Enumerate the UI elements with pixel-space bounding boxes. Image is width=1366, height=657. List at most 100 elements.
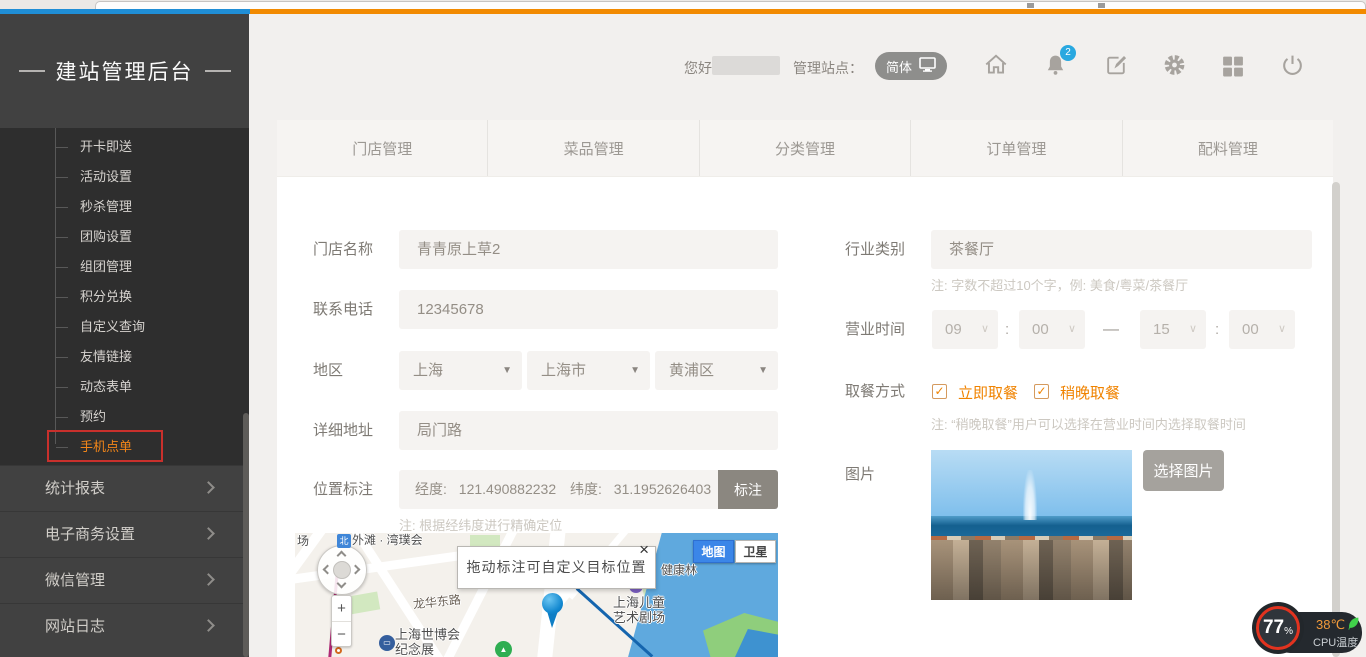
username-redacted [712,56,780,75]
title-dash-right [205,70,231,72]
pickup-now-label[interactable]: 立即取餐 [958,382,1018,403]
map-pin[interactable] [542,593,563,614]
map-tooltip: 拖动标注可自定义目标位置 × [457,546,656,589]
zoom-out-button[interactable]: − [332,621,351,646]
gear-icon[interactable] [1162,52,1188,80]
sidebar-item-card-gift[interactable]: 开卡即送 [0,132,249,162]
sidebar-item-customquery[interactable]: 自定义查询 [0,312,249,342]
cpu-percent-gauge[interactable]: 77 % [1256,606,1300,650]
sidebar-item-groupbuy[interactable]: 团购设置 [0,222,249,252]
store-name-input[interactable] [399,230,778,269]
start-hour-select[interactable]: 09 ∨ [932,310,998,349]
browser-address-bar-sliver [95,1,1366,9]
triangle-down-icon: ▼ [502,351,512,390]
province-value: 上海 [413,351,443,390]
start-hour-value: 09 [945,310,962,349]
sidebar-item-groupmgmt[interactable]: 组团管理 [0,252,249,282]
lng-label: 经度: [415,481,447,497]
content-scrollbar[interactable] [1332,182,1340,657]
image-label: 图片 [845,455,875,494]
sidebar-item-booking[interactable]: 预约 [0,402,249,432]
map-label-bund: 外滩 · 湾璞会 [352,533,423,548]
cpu-widget-label: CPU温度 [1313,634,1358,650]
pickup-later-checkbox[interactable]: ✓ [1034,384,1049,399]
section-label: 微信管理 [45,572,105,589]
sidebar-submenu: 开卡即送 活动设置 秒杀管理 团购设置 组团管理 积分兑换 自定义查询 友情链接… [0,128,249,468]
chevron-down-icon: ∨ [1278,310,1286,349]
highlight-red-box [47,430,163,462]
time-colon: : [1215,310,1219,349]
chevron-down-icon: ∨ [1189,310,1197,349]
chevron-right-icon [202,619,215,632]
pickup-now-checkbox[interactable]: ✓ [932,384,947,399]
pickup-label: 取餐方式 [845,372,905,411]
pickup-note: 注: “稍晚取餐”用户可以选择在营业时间内选择取餐时间 [931,414,1246,433]
bell-icon[interactable]: 2 [1043,52,1069,80]
edit-icon[interactable] [1104,52,1130,80]
sidebar-section-reports[interactable]: 统计报表 [0,465,249,511]
start-min-select[interactable]: 00 ∨ [1019,310,1085,349]
sidebar-item-dynamicform[interactable]: 动态表单 [0,372,249,402]
pan-knob[interactable] [333,561,351,579]
power-icon[interactable] [1280,52,1306,80]
map-type-satellite-button[interactable]: 卫星 [735,540,776,563]
province-select[interactable]: 上海 ▼ [399,351,522,390]
choose-image-button[interactable]: 选择图片 [1143,450,1224,491]
chevron-right-icon [202,481,215,494]
address-input[interactable] [399,411,778,450]
industry-input[interactable] [931,230,1312,269]
map-label-partial: 场 [297,534,309,549]
pickup-later-label[interactable]: 稍晚取餐 [1060,382,1120,403]
grid-apps-icon[interactable] [1220,52,1246,80]
sidebar-section-wechat[interactable]: 微信管理 [0,557,249,603]
phone-input[interactable] [399,290,778,329]
location-input[interactable]: 经度: 121.490882232 纬度: 31.1952626403 [399,470,718,509]
lat-label: 纬度: [570,481,602,497]
map-type-map-button[interactable]: 地图 [693,540,734,563]
close-icon[interactable]: × [639,535,650,565]
map-widget[interactable]: 场 外滩 · 湾璞会 龙华东路 上海世博会纪念展 上海儿童艺术剧场 健康林 ▭ … [295,533,778,657]
pan-left-icon[interactable] [323,565,333,575]
location-label: 位置标注 [313,470,373,509]
hours-label: 营业时间 [845,310,905,349]
sidebar-section-sitelog[interactable]: 网站日志 [0,603,249,649]
notification-badge: 2 [1060,45,1076,61]
tab-order-mgmt[interactable]: 订单管理 [910,120,1121,176]
district-select[interactable]: 黄浦区 ▼ [655,351,778,390]
lat-value: 31.1952626403 [614,481,711,497]
map-pan-control[interactable] [317,545,367,595]
sidebar-scrollbar[interactable] [243,413,249,657]
language-site-button[interactable]: 简体 [875,52,947,80]
sidebar-item-points[interactable]: 积分兑换 [0,282,249,312]
sidebar-item-mobile-order[interactable]: 手机点单 [0,432,249,462]
zoom-in-button[interactable]: + [332,596,351,621]
pan-down-icon[interactable] [337,579,347,589]
mark-location-button[interactable]: 标注 [718,470,778,509]
city-select[interactable]: 上海市 ▼ [527,351,650,390]
map-label-road: 龙华东路 [412,593,461,613]
start-min-value: 00 [1032,310,1049,349]
sidebar-item-links[interactable]: 友情链接 [0,342,249,372]
cpu-temperature: 38℃ [1316,617,1359,633]
sidebar: 建站管理后台 开卡即送 活动设置 秒杀管理 团购设置 组团管理 积分兑换 自定义… [0,14,249,657]
city-value: 上海市 [541,351,586,390]
tab-ingredient-mgmt[interactable]: 配料管理 [1122,120,1333,176]
sidebar-section-ecommerce[interactable]: 电子商务设置 [0,511,249,557]
end-min-select[interactable]: 00 ∨ [1229,310,1295,349]
district-value: 黄浦区 [669,351,714,390]
photo-fountain [1023,470,1037,520]
time-dash: — [1103,310,1119,349]
chevron-down-icon: ∨ [1068,310,1076,349]
tab-store-mgmt[interactable]: 门店管理 [277,120,487,176]
sidebar-item-activity[interactable]: 活动设置 [0,162,249,192]
tab-category-mgmt[interactable]: 分类管理 [699,120,910,176]
section-label: 网站日志 [45,618,105,635]
pan-up-icon[interactable] [337,551,347,561]
pan-right-icon[interactable] [351,565,361,575]
tab-dish-mgmt[interactable]: 菜品管理 [487,120,698,176]
industry-label: 行业类别 [845,230,905,269]
end-hour-select[interactable]: 15 ∨ [1140,310,1206,349]
chevron-right-icon [202,527,215,540]
home-icon[interactable] [983,52,1009,80]
sidebar-item-flashsale[interactable]: 秒杀管理 [0,192,249,222]
